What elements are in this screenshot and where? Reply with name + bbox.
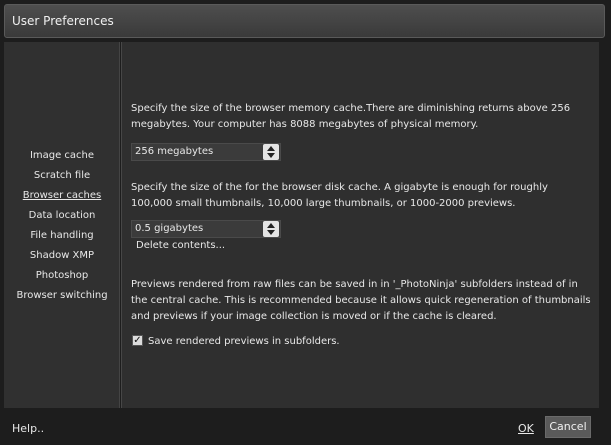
previews-description: Previews rendered from raw files can be … [131,279,591,322]
sidebar-item-browser-caches[interactable]: Browser caches [4,188,120,208]
stepper-down-icon[interactable] [267,153,275,158]
save-previews-checkbox[interactable]: ✓ [132,335,143,346]
disk-cache-description: Specify the size of the for the browser … [131,182,548,209]
stepper-down-icon[interactable] [267,230,275,235]
memory-cache-size-select[interactable]: 256 megabytes [131,143,281,161]
content-panel: Specify the size of the browser memory c… [121,42,599,408]
disk-cache-size-select[interactable]: 0.5 gigabytes [131,220,281,238]
window-title: User Preferences [12,14,114,28]
sidebar-item-image-cache[interactable]: Image cache [4,148,120,168]
sidebar: Image cache Scratch file Browser caches … [4,42,120,408]
dialog-footer: Help.. OK Cancel [0,408,611,445]
sidebar-item-browser-switching[interactable]: Browser switching [4,288,120,308]
sidebar-item-file-handling[interactable]: File handling [4,228,120,248]
memory-cache-stepper[interactable] [263,144,279,160]
sidebar-item-photoshop[interactable]: Photoshop [4,268,120,288]
stepper-up-icon[interactable] [267,146,275,151]
sidebar-nav: Image cache Scratch file Browser caches … [4,148,120,308]
memory-cache-size-value: 256 megabytes [135,146,214,157]
title-bar: User Preferences [4,4,605,38]
sidebar-item-shadow-xmp[interactable]: Shadow XMP [4,248,120,268]
stepper-up-icon[interactable] [267,223,275,228]
delete-contents-button[interactable]: Delete contents... [136,240,225,251]
disk-cache-stepper[interactable] [263,221,279,237]
save-previews-label[interactable]: Save rendered previews in subfolders. [148,334,340,350]
help-button[interactable]: Help.. [12,422,44,435]
memory-cache-description: Specify the size of the browser memory c… [131,103,571,130]
sidebar-item-data-location[interactable]: Data location [4,208,120,228]
sidebar-item-scratch-file[interactable]: Scratch file [4,168,120,188]
cancel-button[interactable]: Cancel [545,416,591,438]
disk-cache-size-value: 0.5 gigabytes [135,223,204,234]
ok-button[interactable]: OK [518,422,534,435]
content-divider [121,42,122,408]
